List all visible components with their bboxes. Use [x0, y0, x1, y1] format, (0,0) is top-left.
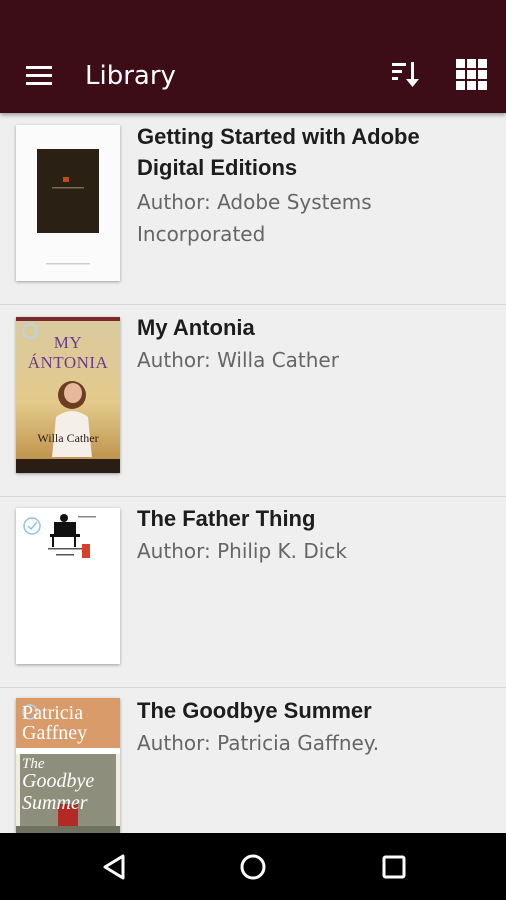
book-item[interactable]: MY ÁNTONIA Willa Cather My Antonia Autho… — [0, 305, 506, 497]
father-thing-cover — [16, 508, 120, 664]
cover-title-text: MY ÁNTONIA — [27, 333, 109, 372]
goodbye-summer-cover: Patricia Gaffney The Goodbye Summer — [16, 698, 120, 833]
cover-author-line2: Gaffney — [22, 722, 88, 744]
book-author: Author: Willa Cather — [137, 348, 339, 372]
book-title: The Goodbye Summer — [137, 698, 372, 723]
cover-author-text: Willa Cather — [37, 431, 99, 445]
book-item[interactable]: The Father Thing Author: Philip K. Dick — [0, 496, 506, 688]
home-icon[interactable] — [231, 845, 275, 889]
book-item[interactable]: Patricia Gaffney The Goodbye Summer The … — [0, 688, 506, 833]
book-author: Author: Philip K. Dick — [137, 539, 347, 563]
book-list: Getting Started with Adobe Digital Editi… — [0, 113, 506, 833]
sort-icon[interactable] — [386, 56, 426, 96]
hamburger-menu-icon[interactable] — [20, 58, 60, 92]
book-title: Getting Started with Adobe Digital Editi… — [137, 124, 420, 180]
my-antonia-cover: MY ÁNTONIA Willa Cather — [16, 317, 120, 473]
adobe-guide-cover — [16, 125, 120, 281]
book-item[interactable]: Getting Started with Adobe Digital Editi… — [0, 113, 506, 305]
cover-title-line2: Goodbye — [22, 770, 95, 792]
recents-icon[interactable] — [372, 845, 416, 889]
system-nav-bar — [0, 833, 506, 900]
cover-title-line3: Summer — [22, 792, 88, 814]
book-author: Author: Adobe Systems Incorporated — [137, 190, 372, 246]
page-title: Library — [85, 61, 176, 91]
book-title: The Father Thing — [137, 506, 316, 531]
grid-view-icon[interactable] — [452, 56, 492, 96]
back-icon[interactable] — [92, 845, 136, 889]
book-author: Author: Patricia Gaffney. — [137, 731, 380, 755]
app-bar: Library — [0, 0, 506, 113]
book-title: My Antonia — [137, 315, 255, 340]
